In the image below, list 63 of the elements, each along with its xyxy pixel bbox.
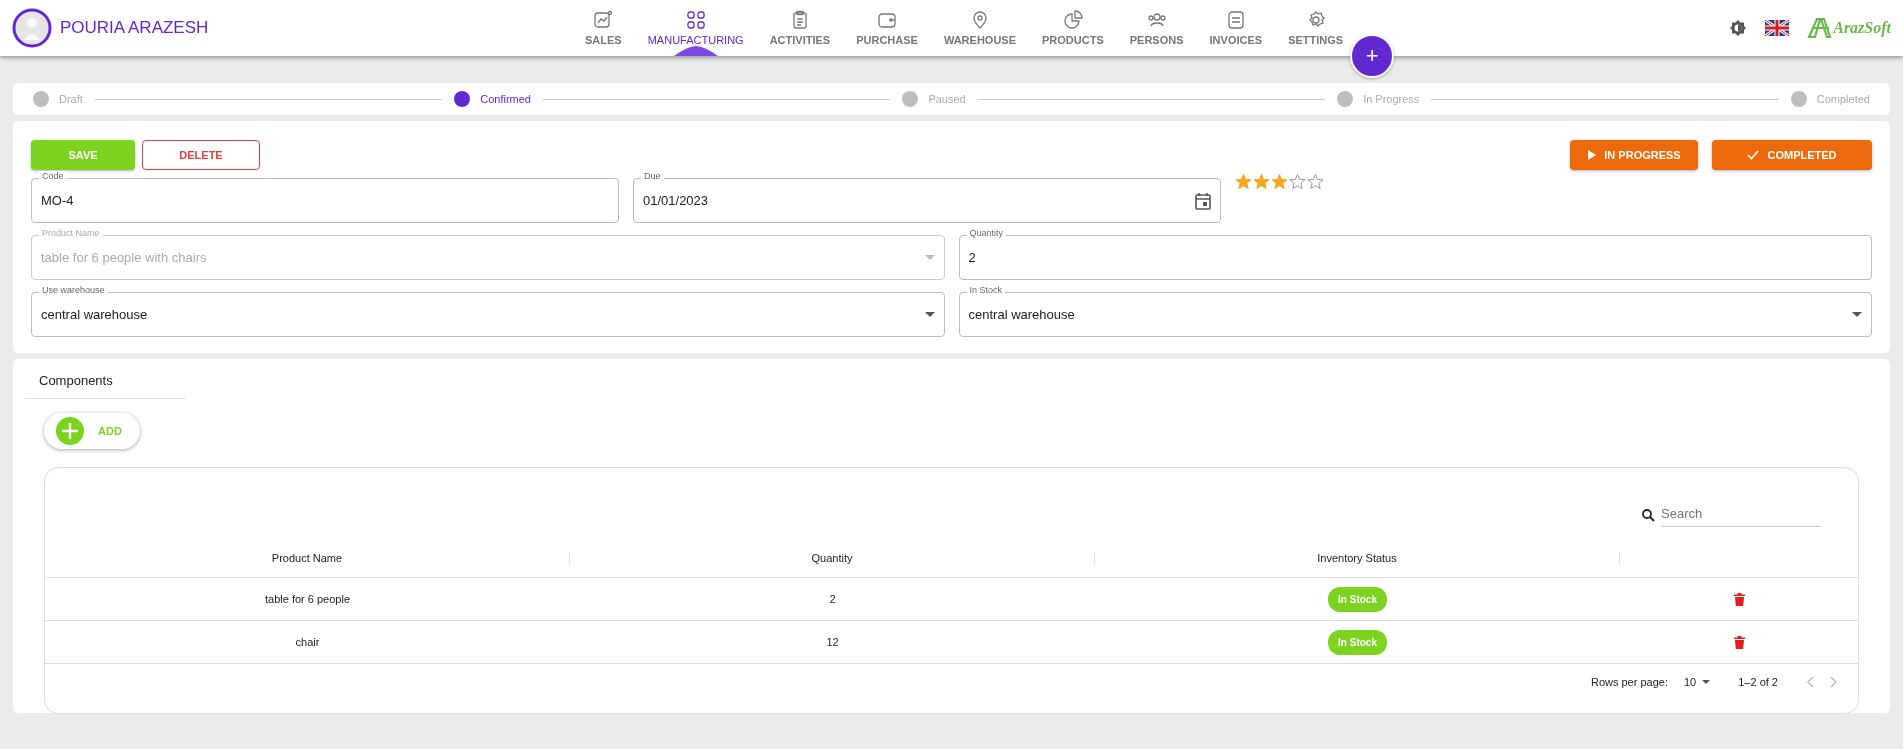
star-icon [1253, 173, 1270, 190]
table-cell: 2 [829, 593, 836, 605]
star-rating[interactable] [1235, 171, 1324, 190]
delete-icon[interactable] [1733, 592, 1745, 606]
plus-icon [56, 417, 84, 445]
caret-icon [1702, 680, 1711, 684]
theme-toggle-icon[interactable] [1729, 19, 1748, 37]
form-field[interactable]: In Stock central warehouse [958, 285, 1872, 337]
pie-chart-icon [1062, 10, 1083, 30]
form-field[interactable]: Due 01/01/2023 [633, 171, 1221, 223]
wallet-icon [877, 10, 897, 30]
form-field[interactable]: Use warehouse central warehouse [31, 285, 945, 337]
nav-tab[interactable]: WAREHOUSE [930, 0, 1029, 56]
chart-icon [593, 10, 614, 30]
star-icon [1271, 173, 1288, 190]
status-chip: In Stock [1328, 586, 1387, 612]
status-step[interactable]: Paused [902, 91, 966, 107]
form-field[interactable]: Quantity 2 [958, 228, 1872, 280]
star-icon [1307, 173, 1324, 190]
check-icon [1747, 150, 1760, 160]
rows-per-page-label: Rows per page: [1590, 676, 1668, 688]
completed-button[interactable]: COMPLETED [1712, 140, 1872, 170]
page-range: 1–2 of 2 [1738, 676, 1778, 688]
table-cell: table for 6 people [265, 593, 350, 605]
star-icon [1235, 173, 1252, 190]
logo-icon [1807, 17, 1834, 39]
logo-text: ArazSoft [1833, 19, 1891, 37]
add-button[interactable]: + [1350, 34, 1395, 78]
dropdown-caret-icon[interactable] [1852, 312, 1862, 317]
nav-tab[interactable]: PERSONS [1116, 0, 1197, 56]
rows-per-page-select[interactable]: 10 [1684, 676, 1711, 688]
form-field[interactable]: Code MO-4 [31, 171, 619, 223]
avatar-icon [12, 8, 52, 48]
active-indicator [673, 46, 718, 56]
nav-tab[interactable]: ACTIVITIES [756, 0, 844, 56]
delete-icon[interactable] [1733, 635, 1745, 649]
nav-tab[interactable]: PRODUCTS [1029, 0, 1117, 56]
in-progress-button[interactable]: IN PROGRESS [1570, 140, 1698, 170]
nav-tab[interactable]: INVOICES [1196, 0, 1276, 56]
calendar-icon[interactable] [1195, 191, 1211, 210]
status-step[interactable]: Completed [1790, 91, 1870, 107]
nav-tab[interactable]: PURCHASE [843, 0, 931, 56]
table-cell: chair [295, 636, 320, 648]
grid-icon [685, 10, 706, 30]
star-icon [1289, 173, 1306, 190]
user-name: POURIA ARAZESH [60, 18, 209, 38]
search-icon [1642, 509, 1655, 522]
dropdown-caret-icon[interactable] [924, 312, 935, 317]
status-step[interactable]: Confirmed [454, 91, 531, 107]
status-chip: In Stock [1328, 629, 1387, 655]
document-icon [1225, 10, 1246, 30]
status-step[interactable]: Draft [33, 91, 83, 107]
column-header[interactable]: Quantity [570, 552, 1095, 564]
status-step[interactable]: In Progress [1337, 91, 1420, 107]
nav-tab[interactable]: MANUFACTURING [634, 0, 757, 56]
column-header[interactable]: Inventory Status [1095, 552, 1620, 564]
play-icon [1587, 150, 1597, 160]
flag-icon[interactable] [1765, 20, 1790, 36]
table-cell: 12 [826, 636, 839, 648]
column-header[interactable]: Product Name [45, 552, 570, 564]
nav-tab[interactable]: SALES [572, 0, 635, 56]
section-title: Components [26, 373, 185, 399]
delete-button[interactable]: DELETE [142, 140, 260, 170]
